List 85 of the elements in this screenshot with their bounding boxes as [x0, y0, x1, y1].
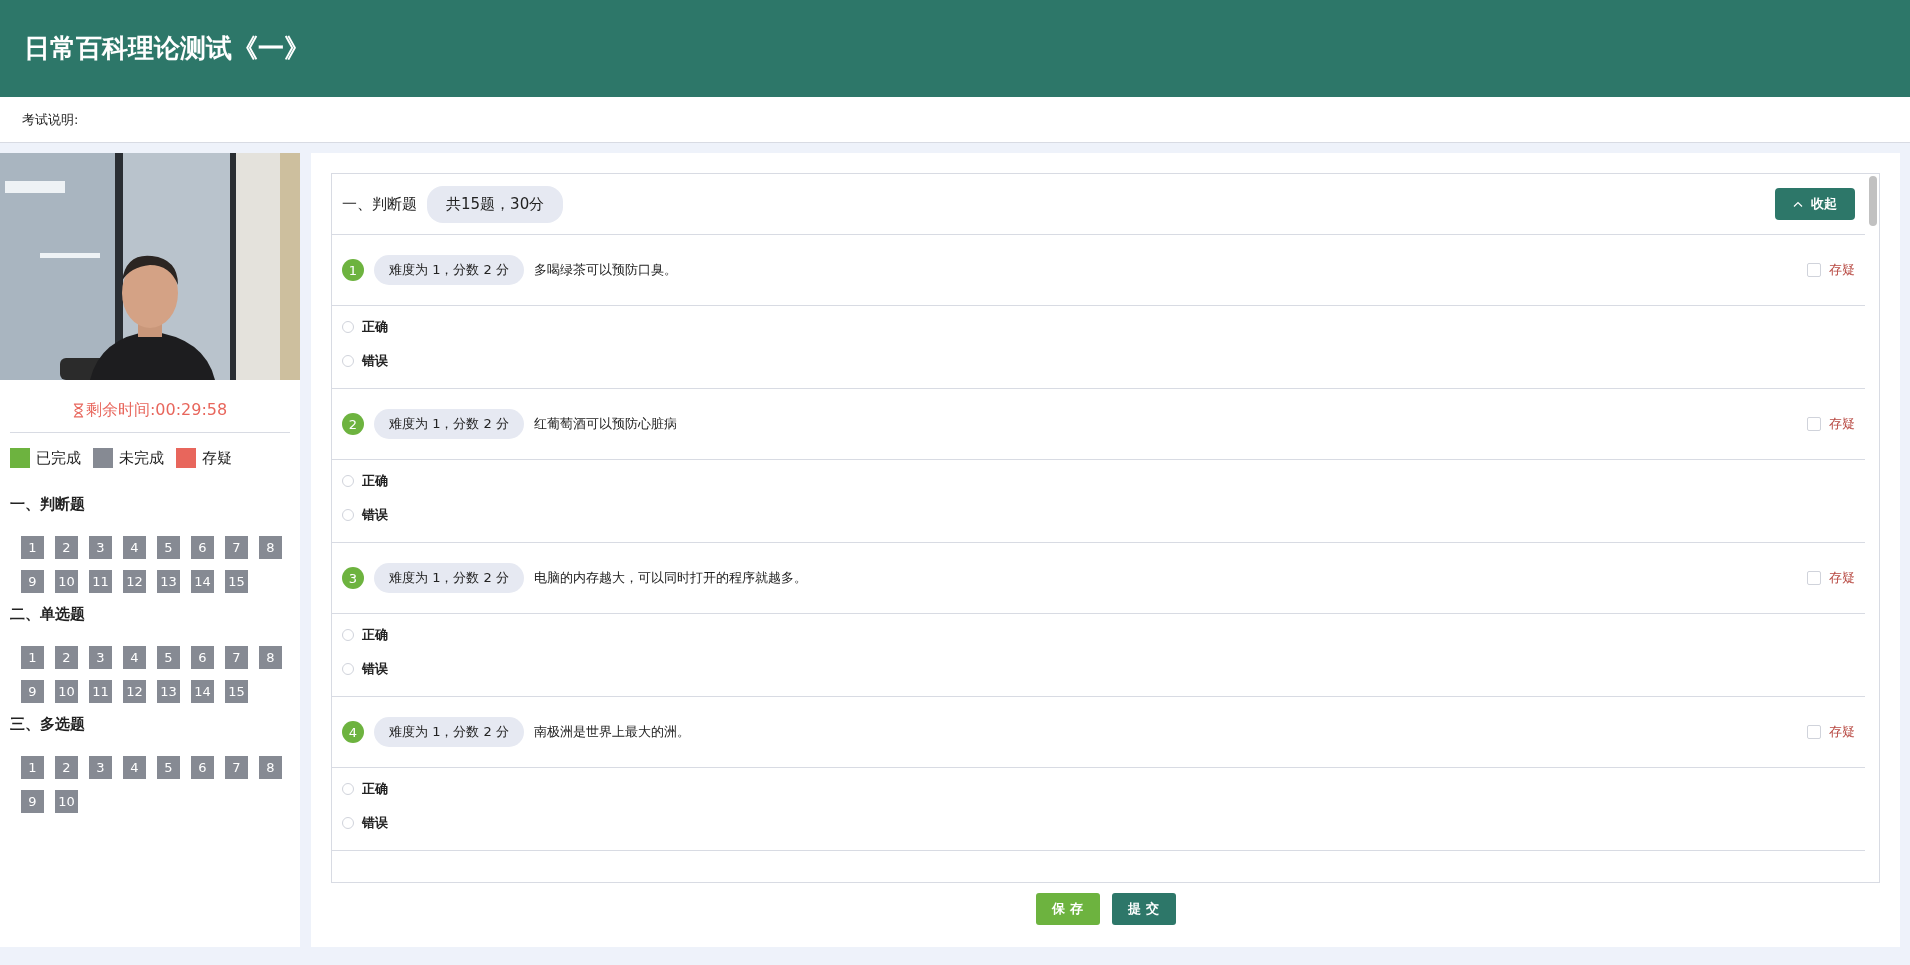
page-title: 日常百科理论测试《一》: [24, 32, 310, 65]
question-nav-button[interactable]: 1: [21, 756, 44, 779]
question-nav-button[interactable]: 1: [21, 536, 44, 559]
question-nav-button[interactable]: 9: [21, 790, 44, 813]
section-title: 一、判断题: [10, 495, 86, 514]
question-text: 多喝绿茶可以预防口臭。: [533, 261, 677, 279]
question-nav-button[interactable]: 8: [259, 536, 282, 559]
question-nav-button[interactable]: 11: [89, 680, 112, 703]
question-nav-button[interactable]: 15: [225, 680, 248, 703]
question-meta: 难度为 1，分数 2 分: [374, 717, 524, 747]
question-nav-button[interactable]: 13: [157, 570, 180, 593]
question-nav-button[interactable]: 9: [21, 680, 44, 703]
exam-instructions-label: 考试说明:: [22, 110, 79, 129]
doubt-checkbox[interactable]: [1807, 725, 1821, 739]
doubt-checkbox[interactable]: [1807, 417, 1821, 431]
option-label: 错误: [362, 660, 388, 678]
question-meta: 难度为 1，分数 2 分: [374, 255, 524, 285]
scrollbar[interactable]: [1869, 176, 1877, 226]
question-nav-button[interactable]: 12: [123, 570, 146, 593]
section-title: 三、多选题: [10, 715, 86, 734]
section-title: 一、判断题: [342, 194, 417, 214]
remaining-time: 剩余时间:00:29:58: [85, 399, 228, 421]
question-nav-button[interactable]: 8: [259, 756, 282, 779]
doubt-label: 存疑: [1829, 415, 1855, 433]
question-nav-button[interactable]: 3: [89, 646, 112, 669]
legend-label: 已完成: [36, 448, 81, 468]
question-nav-button[interactable]: 14: [191, 680, 214, 703]
question-nav-button[interactable]: 10: [55, 680, 78, 703]
question-nav-button[interactable]: 10: [55, 790, 78, 813]
question-nav-button[interactable]: 11: [89, 570, 112, 593]
question-nav-button[interactable]: 7: [225, 536, 248, 559]
submit-button[interactable]: 提 交: [1111, 893, 1176, 925]
legend-label: 存疑: [202, 448, 232, 468]
question-nav-button[interactable]: 15: [225, 570, 248, 593]
hourglass-icon: [72, 402, 84, 418]
question-number: 2: [342, 413, 364, 435]
option-label: 错误: [362, 506, 388, 524]
question-number: 4: [342, 721, 364, 743]
question-number: 1: [342, 259, 364, 281]
question-nav-button[interactable]: 4: [123, 536, 146, 559]
question-nav-button[interactable]: 5: [157, 756, 180, 779]
option-label: 正确: [362, 472, 388, 490]
question-nav-button[interactable]: 6: [191, 646, 214, 669]
question-nav-button[interactable]: 9: [21, 570, 44, 593]
option-label: 正确: [362, 318, 388, 336]
question-nav-button[interactable]: 3: [89, 756, 112, 779]
option-label: 错误: [362, 814, 388, 832]
question-nav-button[interactable]: 14: [191, 570, 214, 593]
question-nav-button[interactable]: 7: [225, 756, 248, 779]
question-nav-button[interactable]: 4: [123, 646, 146, 669]
question-text: 南极洲是世界上最大的洲。: [533, 723, 690, 741]
question-number: 3: [342, 567, 364, 589]
question-nav-button[interactable]: 1: [21, 646, 44, 669]
option-label: 错误: [362, 352, 388, 370]
section-summary: 共15题，30分: [427, 185, 564, 223]
question-nav-button[interactable]: 7: [225, 646, 248, 669]
question-text: 电脑的内存越大，可以同时打开的程序就越多。: [533, 569, 807, 587]
question-nav-button[interactable]: 4: [123, 756, 146, 779]
question-nav-button[interactable]: 6: [191, 756, 214, 779]
doubt-checkbox[interactable]: [1807, 263, 1821, 277]
doubt-checkbox[interactable]: [1807, 571, 1821, 585]
chevron-up-icon: [1793, 201, 1803, 207]
question-nav-button[interactable]: 13: [157, 680, 180, 703]
legend-label: 未完成: [119, 448, 164, 468]
question-nav-button[interactable]: 3: [89, 536, 112, 559]
question-nav-button[interactable]: 10: [55, 570, 78, 593]
section-title: 二、单选题: [10, 605, 86, 624]
collapse-button[interactable]: 收起: [1775, 188, 1855, 220]
doubt-label: 存疑: [1829, 723, 1855, 741]
doubt-label: 存疑: [1829, 261, 1855, 279]
question-nav-button[interactable]: 6: [191, 536, 214, 559]
question-nav-button[interactable]: 2: [55, 536, 78, 559]
question-nav-button[interactable]: 5: [157, 536, 180, 559]
option-label: 正确: [362, 780, 388, 798]
question-text: 红葡萄酒可以预防心脏病: [533, 415, 677, 433]
doubt-label: 存疑: [1829, 569, 1855, 587]
question-nav-button[interactable]: 2: [55, 756, 78, 779]
question-nav-button[interactable]: 5: [157, 646, 180, 669]
option-label: 正确: [362, 626, 388, 644]
question-nav-button[interactable]: 12: [123, 680, 146, 703]
save-button[interactable]: 保 存: [1035, 893, 1100, 925]
question-meta: 难度为 1，分数 2 分: [374, 409, 524, 439]
question-nav-button[interactable]: 2: [55, 646, 78, 669]
question-nav-button[interactable]: 8: [259, 646, 282, 669]
question-meta: 难度为 1，分数 2 分: [374, 563, 524, 593]
